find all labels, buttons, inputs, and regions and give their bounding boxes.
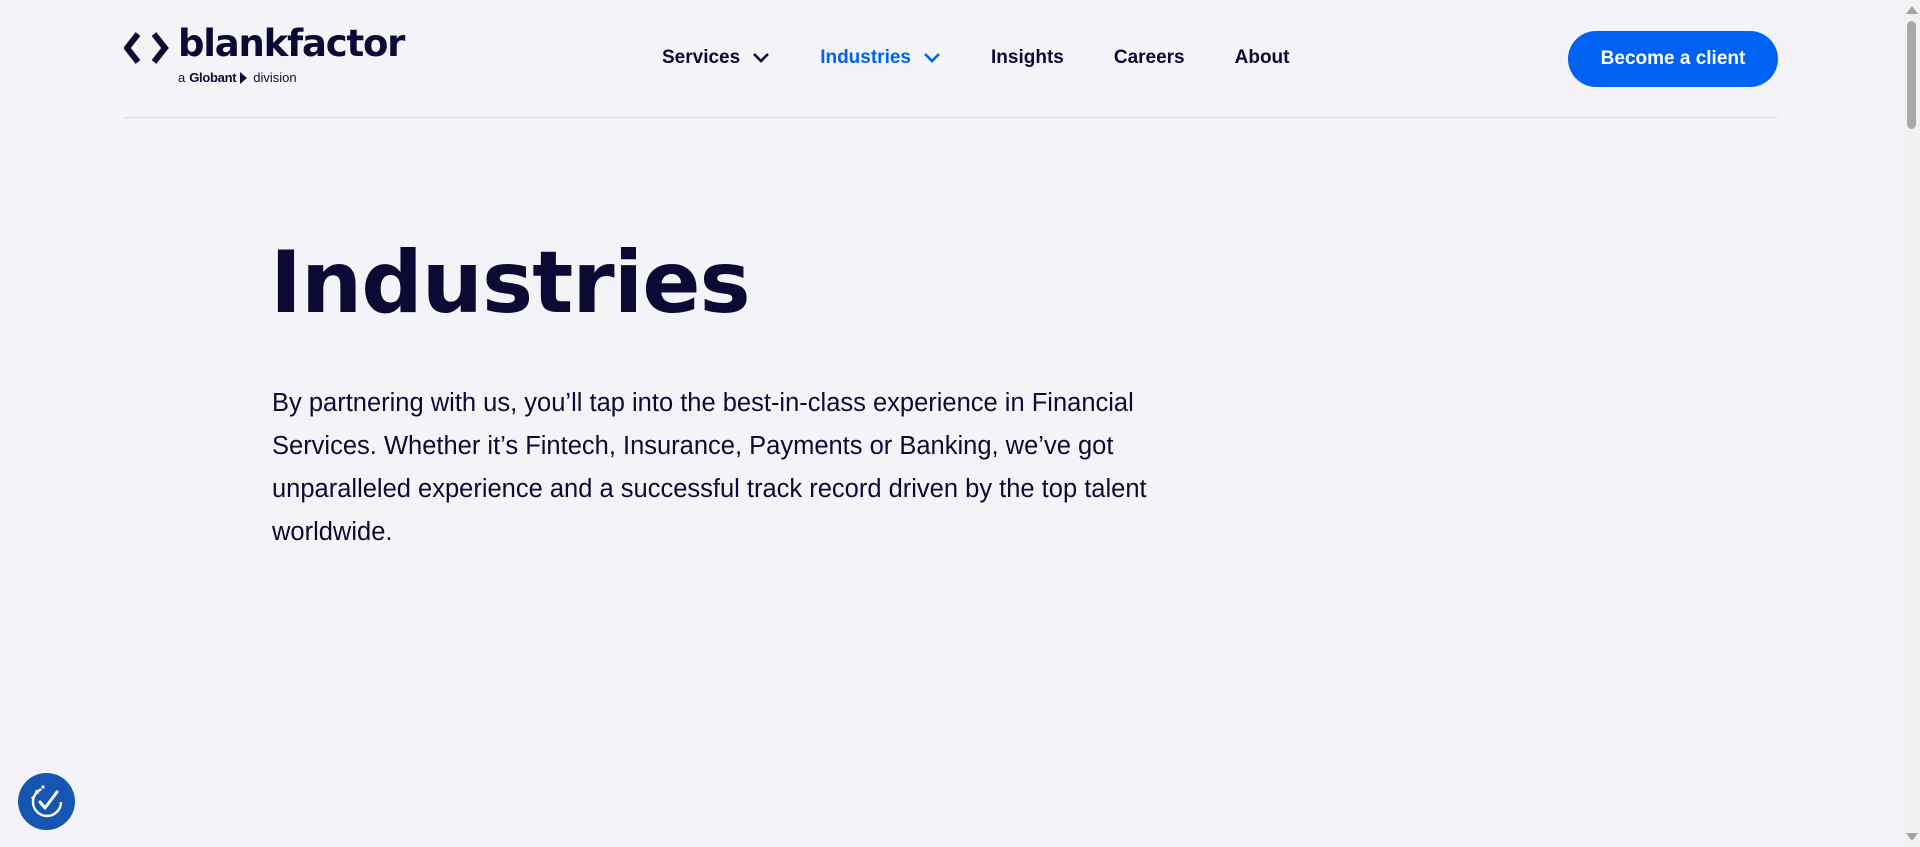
site-logo[interactable]: blankfactor a Globant division xyxy=(124,22,434,88)
nav-item-about[interactable]: About xyxy=(1235,47,1290,69)
logo-tagline-brand: Globant xyxy=(189,70,237,85)
scroll-down-arrow-icon[interactable] xyxy=(1906,833,1918,841)
nav-item-services[interactable]: Services xyxy=(662,47,770,69)
nav-item-insights[interactable]: Insights xyxy=(991,47,1064,69)
scroll-up-arrow-icon[interactable] xyxy=(1906,6,1918,14)
accessibility-check-icon xyxy=(30,784,62,817)
hero-description: By partnering with us, you’ll tap into t… xyxy=(272,389,1147,546)
nav-item-label: About xyxy=(1234,47,1290,68)
page: blankfactor a Globant division Services … xyxy=(0,0,1920,847)
nav-item-industries[interactable]: Industries xyxy=(820,47,941,69)
scroll-thumb[interactable] xyxy=(1907,21,1916,129)
accessibility-widget-button[interactable] xyxy=(18,773,75,830)
globant-arrow-icon xyxy=(240,72,248,84)
nav-item-label: Services xyxy=(662,47,741,68)
code-brackets-icon xyxy=(124,32,169,64)
site-header: blankfactor a Globant division Services … xyxy=(124,0,1778,118)
logo-wordmark: blankfactor xyxy=(178,22,405,65)
become-a-client-button[interactable]: Become a client xyxy=(1568,31,1778,87)
logo-tagline-suffix: division xyxy=(253,70,297,85)
nav-item-label: Industries xyxy=(820,47,911,68)
page-title: Industries xyxy=(270,233,751,333)
logo-tagline-prefix: a xyxy=(178,70,186,85)
nav-item-careers[interactable]: Careers xyxy=(1114,47,1185,69)
chevron-down-icon xyxy=(924,53,940,63)
chevron-down-icon xyxy=(753,53,770,63)
nav-item-label: Insights xyxy=(991,47,1064,68)
main-nav: Services Industries Insights Careers Abo… xyxy=(662,43,1290,73)
logo-tagline: a Globant division xyxy=(178,70,297,86)
nav-item-label: Careers xyxy=(1113,47,1185,68)
page-scrollbar[interactable] xyxy=(1903,0,1920,847)
